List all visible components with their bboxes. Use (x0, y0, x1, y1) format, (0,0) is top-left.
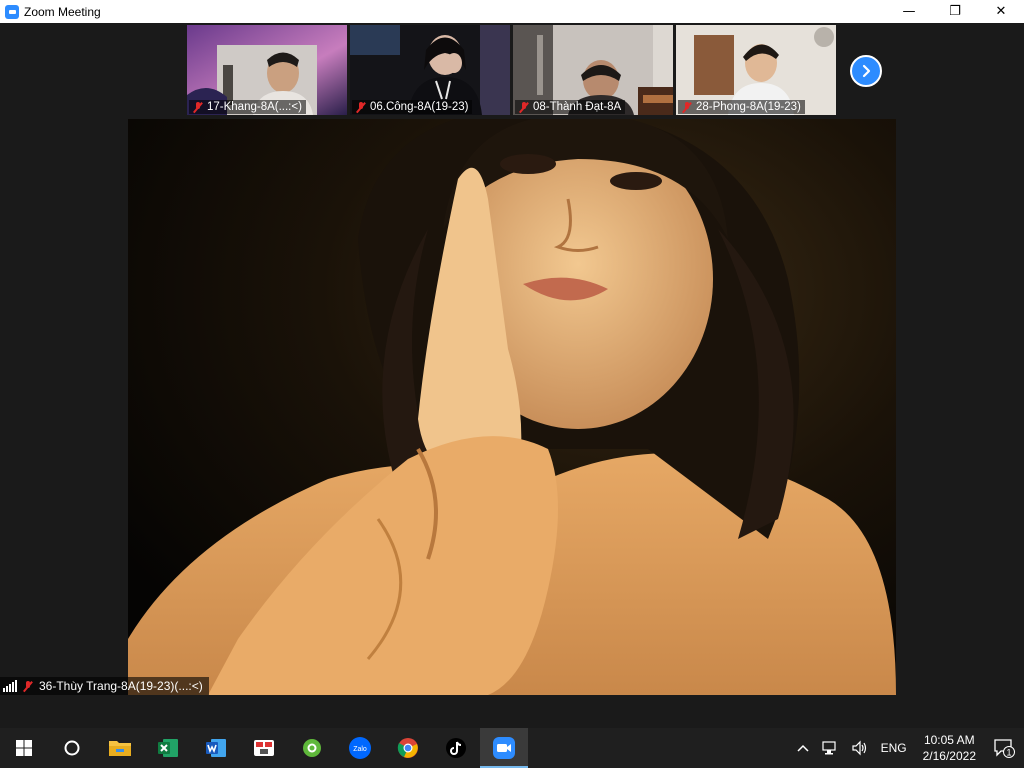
system-tray: ENG 10:05 AM 2/16/2022 1 (791, 728, 1024, 768)
zoom-logo-icon (5, 4, 19, 19)
speaker-name: 36-Thùy Trang-8A(19-23)(...:<) (39, 679, 203, 693)
participant-thumbnail[interactable]: 28-Phong-8A(19-23) (676, 25, 836, 115)
window-title: Zoom Meeting (24, 4, 101, 19)
chevron-right-icon (862, 64, 871, 78)
taskbar-app[interactable] (240, 728, 288, 768)
participant-thumbnail[interactable]: 17-Khang-8A(...:<) (187, 25, 347, 115)
start-button[interactable] (0, 728, 48, 768)
chevron-up-icon (797, 744, 809, 752)
clock-time: 10:05 AM (923, 733, 975, 747)
show-hidden-icons-button[interactable] (797, 744, 809, 752)
mic-muted-icon (682, 101, 692, 113)
taskbar-tiktok[interactable] (432, 728, 480, 768)
participant-name: 06.Công-8A(19-23) (370, 101, 469, 113)
network-icon (821, 741, 836, 755)
taskbar-coccoc[interactable] (288, 728, 336, 768)
window-controls: — ❐ ✕ (886, 0, 1024, 23)
taskbar-file-explorer[interactable] (96, 728, 144, 768)
taskbar-zoom[interactable] (480, 728, 528, 768)
close-button[interactable]: ✕ (978, 0, 1024, 23)
notification-count: 1 (1006, 748, 1011, 758)
participant-label: 06.Công-8A(19-23) (352, 100, 473, 114)
taskbar-chrome[interactable] (384, 728, 432, 768)
participant-thumbnail[interactable]: 08-Thành Đạt-8A (513, 25, 673, 115)
participant-label: 17-Khang-8A(...:<) (189, 100, 306, 114)
taskbar: Zalo ENG 10:05 AM 2/16/2022 1 (0, 728, 1024, 768)
title-bar: Zoom Meeting — ❐ ✕ (0, 0, 1024, 23)
word-icon (206, 739, 226, 757)
taskbar-word[interactable] (192, 728, 240, 768)
meeting-stage: 17-Khang-8A(...:<) 06.Công-8A(19-23) 08-… (0, 23, 1024, 728)
file-explorer-icon (109, 741, 131, 756)
cortana-button[interactable] (48, 728, 96, 768)
mic-muted-icon (193, 101, 203, 113)
mic-muted-icon (519, 101, 529, 113)
active-speaker-video[interactable] (128, 119, 896, 695)
connection-signal-icon (3, 680, 17, 692)
chrome-icon (397, 738, 418, 758)
taskbar-excel[interactable] (144, 728, 192, 768)
zalo-label: Zalo (353, 746, 367, 753)
volume-icon (851, 740, 866, 756)
windows-start-icon (16, 740, 32, 756)
coccoc-icon (303, 739, 321, 757)
language-indicator[interactable]: ENG (881, 741, 907, 755)
notification-icon: 1 (994, 739, 1015, 758)
cortana-icon (64, 740, 80, 756)
tiktok-icon (446, 738, 466, 758)
participant-strip: 17-Khang-8A(...:<) 06.Công-8A(19-23) 08-… (187, 25, 836, 115)
network-button[interactable] (821, 740, 839, 756)
mic-muted-icon (23, 680, 33, 692)
speaker-video-feed (128, 119, 896, 695)
volume-button[interactable] (851, 740, 869, 756)
zalo-icon: Zalo (349, 737, 371, 759)
clock[interactable]: 10:05 AM 2/16/2022 (923, 732, 976, 764)
app-icon (254, 740, 274, 756)
minimize-button[interactable]: — (886, 0, 932, 23)
maximize-button[interactable]: ❐ (932, 0, 978, 23)
mic-muted-icon (356, 101, 366, 113)
zoom-icon (493, 737, 515, 759)
active-speaker-label: 36-Thùy Trang-8A(19-23)(...:<) (0, 677, 209, 695)
participant-name: 08-Thành Đạt-8A (533, 101, 622, 113)
participant-label: 08-Thành Đạt-8A (515, 100, 626, 114)
taskbar-zalo[interactable]: Zalo (336, 728, 384, 768)
participant-name: 17-Khang-8A(...:<) (207, 101, 302, 113)
action-center-button[interactable]: 1 (984, 728, 1024, 768)
excel-icon (158, 739, 178, 757)
participant-name: 28-Phong-8A(19-23) (696, 101, 801, 113)
participant-thumbnail[interactable]: 06.Công-8A(19-23) (350, 25, 510, 115)
participant-label: 28-Phong-8A(19-23) (678, 100, 805, 114)
next-page-button[interactable] (850, 55, 882, 87)
clock-date: 2/16/2022 (922, 749, 976, 763)
